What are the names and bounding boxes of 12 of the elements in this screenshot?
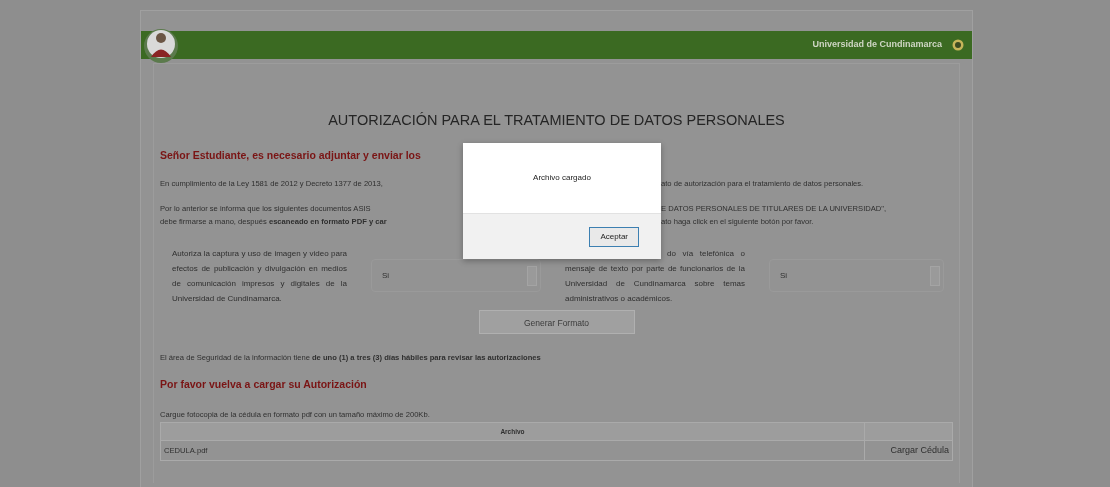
dialog-message: Archivo cargado <box>533 172 591 184</box>
page-title: AUTORIZACIÓN PARA EL TRATAMIENTO DE DATOS PERSONALES <box>327 111 786 130</box>
consent-select[interactable]: Si <box>769 259 944 293</box>
logo-icon <box>952 39 964 51</box>
section-heading: Señor Estudiante, es necesario adjuntar y enviar los <box>160 147 422 163</box>
consent-label: Autoriza la captura y uso de imagen y video para efectos de publicación y divulgación en medios de comunicación impresos y digitales de la Universidad de Cundinamarca. <box>172 247 347 305</box>
brand-name: Universidad de Cundinamarca <box>812 38 942 52</box>
consent-select[interactable]: Si <box>371 259 541 293</box>
accept-button[interactable]: Aceptar <box>589 226 639 247</box>
generate-form-button[interactable]: Generar Formato <box>478 309 635 334</box>
upload-heading: Por favor vuelva a cargar su Autorización <box>160 377 368 393</box>
consent-label: do vía telefónica o mensaje de texto por parte de funcionarios de la Universidad de Cundinamarca sobre temas administrativos o académicos. <box>565 247 745 305</box>
